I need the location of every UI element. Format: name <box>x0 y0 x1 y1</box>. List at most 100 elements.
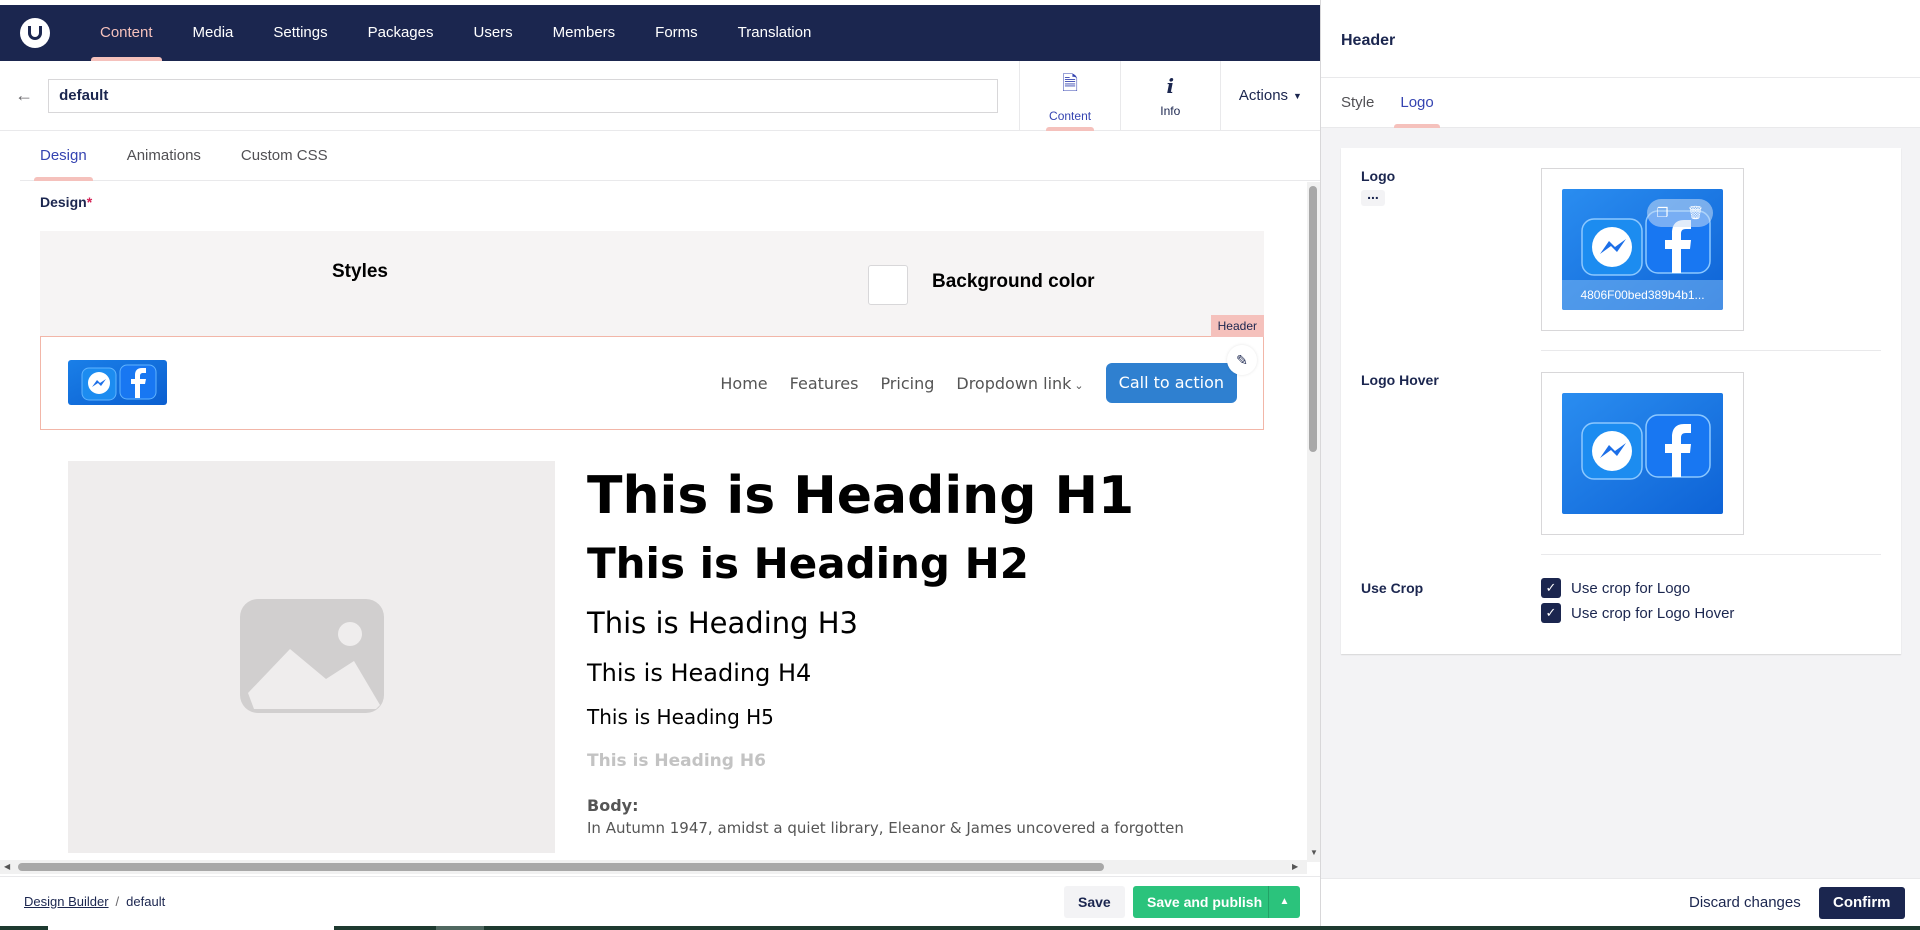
logo-filename: 4806F00bed389b4b1... <box>1562 280 1723 310</box>
nav-item-users[interactable]: Users <box>453 5 532 61</box>
panel-tab-style[interactable]: Style <box>1341 78 1387 128</box>
actions-label: Actions <box>1238 87 1289 104</box>
copy-icon[interactable]: ❐ <box>1656 205 1668 221</box>
body-label: Body: <box>587 795 639 815</box>
nav-item-forms[interactable]: Forms <box>635 5 718 61</box>
editor-footer: Design Builder / default Save Save and p… <box>0 876 1320 926</box>
app-button-info[interactable]: i Info <box>1119 60 1220 131</box>
divider <box>1541 554 1881 555</box>
info-icon: i <box>1166 73 1175 98</box>
tab-custom-css[interactable]: Custom CSS <box>221 131 348 181</box>
panel-tab-logo[interactable]: Logo <box>1387 78 1446 128</box>
panel-header: Header <box>1321 0 1920 78</box>
breadcrumb-design-builder[interactable]: Design Builder <box>24 894 109 909</box>
more-options-icon[interactable]: ... <box>1361 187 1385 206</box>
actions-button[interactable]: Actions ▼ <box>1219 60 1320 131</box>
taskbar-item <box>48 926 334 930</box>
scroll-down-arrow-icon[interactable]: ▼ <box>1310 848 1318 857</box>
back-arrow-icon[interactable]: ← <box>0 85 48 106</box>
use-crop-label: Use Crop <box>1361 580 1424 596</box>
site-nav-home[interactable]: Home <box>720 374 767 393</box>
site-nav-pricing[interactable]: Pricing <box>880 374 934 393</box>
taskbar <box>0 926 1920 930</box>
logo-settings-box: Logo ... 4806F00bed389b4b1... ❐ 🗑 Logo H… <box>1341 148 1901 654</box>
scroll-left-arrow-icon[interactable]: ◀ <box>4 862 10 871</box>
media-actions: ❐ 🗑 <box>1647 199 1713 227</box>
image-placeholder <box>68 461 555 853</box>
vertical-scrollbar[interactable]: ▼ <box>1307 182 1320 862</box>
logo-image: 4806F00bed389b4b1... ❐ 🗑 <box>1562 189 1723 310</box>
app-button-label: Info <box>1160 103 1181 118</box>
horizontal-scrollbar-thumb[interactable] <box>18 863 1104 871</box>
site-logo[interactable] <box>68 360 167 405</box>
nav-item-media[interactable]: Media <box>173 5 254 61</box>
document-name-input[interactable] <box>48 78 999 113</box>
save-button[interactable]: Save <box>1064 886 1125 918</box>
use-crop-logo-checkbox[interactable]: ✓ Use crop for Logo <box>1541 578 1690 598</box>
styles-title[interactable]: Styles <box>332 261 388 283</box>
body-text: In Autumn 1947, amidst a quiet library, … <box>587 818 1184 837</box>
site-nav-features[interactable]: Features <box>790 374 859 393</box>
use-crop-logo-hover-checkbox[interactable]: ✓ Use crop for Logo Hover <box>1541 603 1734 623</box>
caret-up-icon[interactable]: ▲ <box>1268 886 1300 918</box>
divider <box>1541 350 1881 351</box>
horizontal-scrollbar[interactable]: ◀ ▶ <box>0 860 1307 874</box>
document-header: ← 🗎 Content i Info Actions ▼ <box>0 60 1320 131</box>
logo-label: Logo <box>1361 168 1396 184</box>
use-crop-property: Use Crop ✓ Use crop for Logo ✓ Use crop … <box>1361 578 1881 640</box>
header-edit-panel: Header Style Logo Logo ... 4806F00bed389… <box>1320 0 1920 926</box>
taskbar-item <box>436 926 484 930</box>
content-tabs: Design Animations Custom CSS <box>20 131 1320 181</box>
logo-hover-label: Logo Hover <box>1361 372 1439 388</box>
logo-property: Logo ... 4806F00bed389b4b1... ❐ 🗑 <box>1361 168 1881 333</box>
pencil-edit-icon[interactable]: ✎ <box>1227 345 1257 375</box>
use-crop-logo-label: Use crop for Logo <box>1571 579 1691 597</box>
heading-h4: This is Heading H4 <box>587 658 812 687</box>
breadcrumb-separator: / <box>115 894 120 909</box>
logo-media-card[interactable]: 4806F00bed389b4b1... ❐ 🗑 <box>1541 168 1744 331</box>
nav-item-settings[interactable]: Settings <box>253 5 347 61</box>
background-color-label: Background color <box>932 271 1095 292</box>
tab-design[interactable]: Design <box>20 131 107 181</box>
save-and-publish-button[interactable]: Save and publish <box>1133 886 1277 918</box>
breadcrumb-current: default <box>126 894 166 909</box>
heading-h6: This is Heading H6 <box>587 751 766 772</box>
messenger-facebook-image-icon <box>1562 393 1723 514</box>
image-placeholder-icon <box>240 599 384 713</box>
umbraco-logo-icon[interactable] <box>20 18 50 48</box>
header-block-tag: Header <box>1210 315 1264 337</box>
checkmark-icon[interactable]: ✓ <box>1541 603 1561 623</box>
heading-h5: This is Heading H5 <box>587 705 774 730</box>
confirm-button[interactable]: Confirm <box>1819 887 1905 919</box>
chevron-down-icon: ⌄ <box>1074 378 1084 392</box>
panel-title: Header <box>1341 32 1396 49</box>
caret-down-icon: ▼ <box>1293 90 1302 101</box>
use-crop-logo-hover-label: Use crop for Logo Hover <box>1571 604 1735 622</box>
panel-tabs: Style Logo <box>1321 78 1920 128</box>
nav-item-content[interactable]: Content <box>80 5 173 61</box>
call-to-action-button[interactable]: Call to action <box>1105 363 1237 403</box>
checkmark-icon[interactable]: ✓ <box>1541 578 1561 598</box>
dropdown-link-label: Dropdown link <box>956 373 1072 393</box>
site-nav-dropdown[interactable]: Dropdown link ⌄ <box>956 374 1083 393</box>
nav-item-packages[interactable]: Packages <box>348 5 454 61</box>
heading-h3: This is Heading H3 <box>587 605 859 640</box>
nav-item-translation[interactable]: Translation <box>718 5 832 61</box>
nav-item-members[interactable]: Members <box>533 5 636 61</box>
header-block[interactable]: Header Home Features Pricing Dropdown li… <box>40 315 1264 430</box>
scroll-right-arrow-icon[interactable]: ▶ <box>1292 862 1298 871</box>
discard-changes-button[interactable]: Discard changes <box>1689 894 1801 911</box>
trash-icon[interactable]: 🗑 <box>1687 205 1704 221</box>
tab-animations[interactable]: Animations <box>107 131 221 181</box>
logo-hover-media-card[interactable] <box>1541 372 1744 535</box>
logo-hover-image <box>1562 393 1723 514</box>
app-button-content[interactable]: 🗎 Content <box>1019 60 1119 131</box>
design-property-label: Design* <box>40 194 92 210</box>
site-navigation: Home Features Pricing Dropdown link ⌄ Cal… <box>720 363 1237 403</box>
required-mark: * <box>86 194 93 210</box>
heading-h1: This is Heading H1 <box>587 466 1135 526</box>
vertical-scrollbar-thumb[interactable] <box>1309 186 1317 452</box>
background-color-swatch[interactable] <box>868 265 908 305</box>
messenger-facebook-logo-icon <box>68 360 167 405</box>
panel-footer: Discard changes Confirm <box>1321 878 1920 926</box>
